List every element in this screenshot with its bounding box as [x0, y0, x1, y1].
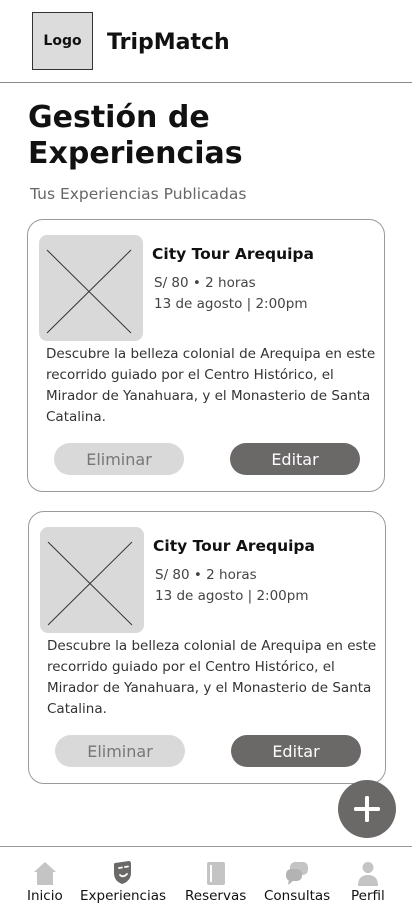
edit-button[interactable]: Editar	[231, 735, 361, 767]
nav-item-experiencias[interactable]: Experiencias	[80, 859, 166, 904]
experience-date-time: 13 de agosto | 2:00pm	[155, 588, 309, 604]
plus-icon	[354, 796, 380, 822]
nav-label: Inicio	[27, 888, 63, 904]
experience-price-duration: S/ 80 • 2 horas	[155, 567, 257, 583]
nav-label: Perfil	[351, 888, 385, 904]
experience-price-duration: S/ 80 • 2 horas	[154, 275, 256, 291]
delete-button[interactable]: Eliminar	[55, 735, 185, 767]
nav-item-consultas[interactable]: Consultas	[264, 859, 330, 904]
experience-description: Descubre la belleza colonial de Arequipa…	[46, 346, 376, 425]
edit-button[interactable]: Editar	[230, 443, 360, 475]
experience-description: Descubre la belleza colonial de Arequipa…	[47, 638, 377, 717]
nav-label: Experiencias	[80, 888, 167, 904]
nav-item-reservas[interactable]: Reservas	[185, 859, 246, 904]
experience-card: City Tour Arequipa S/ 80 • 2 horas 13 de…	[27, 219, 385, 492]
chat-icon	[286, 862, 309, 885]
image-placeholder-icon	[46, 249, 132, 334]
page-subtitle: Tus Experiencias Publicadas	[30, 185, 247, 203]
experience-date-time: 13 de agosto | 2:00pm	[154, 296, 308, 312]
experience-title: City Tour Arequipa	[152, 245, 314, 263]
image-placeholder	[39, 235, 143, 341]
app-name: TripMatch	[107, 30, 230, 55]
page-title: Gestión de Experiencias	[28, 100, 243, 171]
app-header: Logo TripMatch	[0, 0, 412, 83]
logo[interactable]: Logo	[32, 12, 93, 70]
experience-title: City Tour Arequipa	[153, 537, 315, 555]
experience-card: City Tour Arequipa S/ 80 • 2 horas 13 de…	[28, 511, 386, 784]
add-experience-button[interactable]	[338, 780, 396, 838]
nav-label: Consultas	[264, 888, 331, 904]
delete-button[interactable]: Eliminar	[54, 443, 184, 475]
nav-item-perfil[interactable]: Perfil	[351, 859, 385, 904]
nav-label: Reservas	[185, 888, 247, 904]
nav-item-inicio[interactable]: Inicio	[27, 859, 63, 904]
image-placeholder-icon	[47, 541, 133, 626]
masks-icon	[114, 861, 132, 884]
image-placeholder	[40, 527, 144, 633]
book-icon	[206, 862, 225, 885]
user-icon	[357, 862, 378, 886]
bottom-nav: Inicio Experiencias Reservas Consultas P…	[0, 846, 412, 917]
home-icon	[33, 862, 56, 885]
